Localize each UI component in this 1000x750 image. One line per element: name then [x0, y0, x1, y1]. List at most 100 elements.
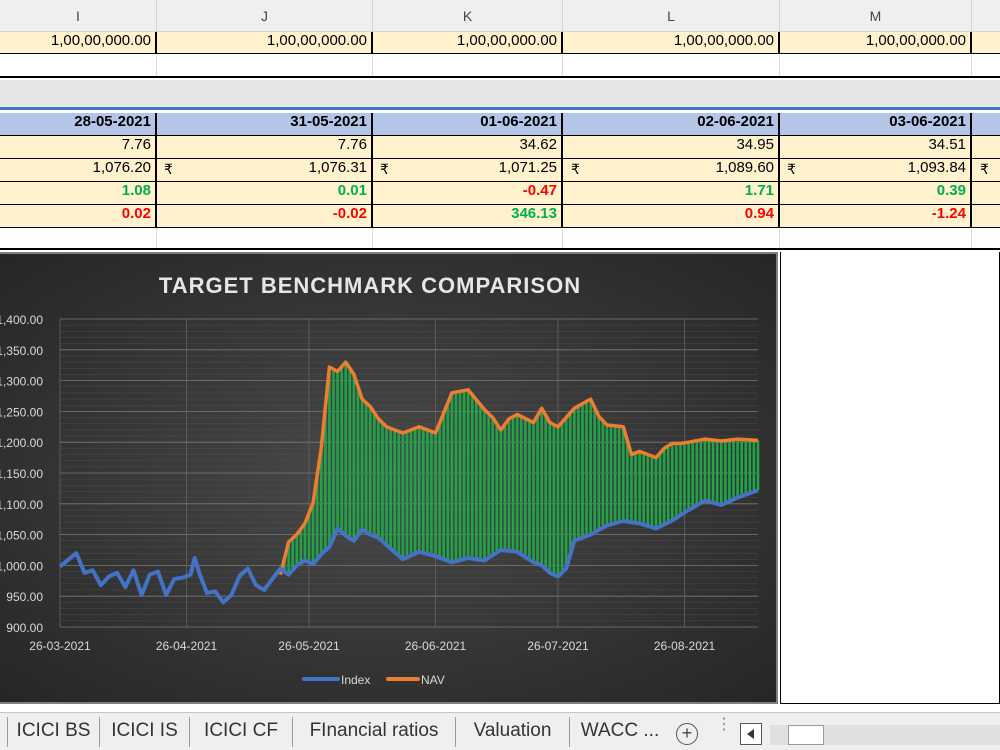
index-value-cell[interactable]: 34.95: [563, 136, 780, 158]
y-tick-label: 1,400.00: [0, 313, 43, 327]
rupee-symbol: ₹: [380, 161, 389, 177]
empty-cell[interactable]: [0, 228, 157, 248]
chart-legend[interactable]: Index NAV: [302, 673, 445, 687]
empty-cell[interactable]: [157, 54, 373, 76]
x-tick-label: 26-07-2021: [527, 639, 589, 653]
tab-separator: [0, 717, 8, 747]
column-header-i[interactable]: I: [0, 0, 157, 32]
chart-fill-bars: [279, 362, 760, 577]
y-tick-label: 1,350.00: [0, 344, 43, 358]
empty-row: [0, 54, 1000, 78]
tab-wacc[interactable]: WACC ...: [570, 717, 670, 747]
tab-icici-bs[interactable]: ICICI BS: [8, 717, 100, 747]
benchmark-chart[interactable]: TARGET BENCHMARK COMPARISON 1,400.00 1,35…: [0, 252, 778, 704]
add-sheet-icon[interactable]: +: [676, 723, 698, 745]
date-cell[interactable]: 28-05-2021: [0, 113, 157, 135]
y-tick-label: 1,100.00: [0, 498, 43, 512]
change-cell[interactable]: -1.24: [780, 205, 972, 227]
nav-series-line: [278, 360, 759, 576]
empty-cell[interactable]: [563, 54, 780, 76]
scrollbar-thumb[interactable]: [788, 725, 824, 745]
column-header-j[interactable]: J: [157, 0, 373, 32]
scroll-left-arrow: [747, 729, 754, 739]
change-row-2: 0.02 -0.02 346.13 0.94 -1.24: [0, 205, 1000, 228]
tab-financial-ratios[interactable]: FInancial ratios: [293, 717, 456, 747]
x-tick-label: 26-06-2021: [405, 639, 467, 653]
y-tick-label: 1,200.00: [0, 436, 43, 450]
nav-value-row: 1,076.20 1,076.31 1,071.25 1,089.60 1,09…: [0, 159, 1000, 182]
date-cell[interactable]: 02-06-2021: [563, 113, 780, 135]
column-header-m[interactable]: M: [780, 0, 972, 32]
tab-valuation[interactable]: Valuation: [456, 717, 570, 747]
tab-icici-cf[interactable]: ICICI CF: [190, 717, 293, 747]
change-cell[interactable]: 0.94: [563, 205, 780, 227]
empty-cell[interactable]: [563, 228, 780, 248]
more-options-icon[interactable]: ⋮: [716, 717, 732, 745]
x-tick-label: 26-04-2021: [156, 639, 218, 653]
y-tick-label: 1,150.00: [0, 467, 43, 481]
index-value-cell[interactable]: 7.76: [157, 136, 373, 158]
amount-cell[interactable]: 1,00,00,000.00: [373, 32, 563, 53]
scroll-left-icon[interactable]: [740, 723, 762, 745]
amount-cell[interactable]: 1,00,00,000.00: [563, 32, 780, 53]
empty-row: [0, 228, 1000, 250]
change-row-1: 1.08 0.01 -0.47 1.71 0.39: [0, 182, 1000, 205]
change-cell[interactable]: 0.01: [157, 182, 373, 204]
y-tick-label: 950.00: [6, 590, 43, 604]
change-cell[interactable]: 0.39: [780, 182, 972, 204]
x-tick-label: 26-05-2021: [278, 639, 340, 653]
chart-title: TARGET BENCHMARK COMPARISON: [159, 273, 581, 298]
y-tick-label: 1,000.00: [0, 559, 43, 573]
empty-cell[interactable]: [780, 54, 972, 76]
rupee-symbol: ₹: [787, 161, 796, 177]
nav-value-cell[interactable]: 1,093.84: [780, 159, 972, 181]
change-cell[interactable]: 346.13: [373, 205, 563, 227]
change-cell[interactable]: 1.08: [0, 182, 157, 204]
index-series-line: [58, 488, 759, 605]
amount-cell[interactable]: 1,00,00,000.00: [157, 32, 373, 53]
empty-cell[interactable]: [157, 228, 373, 248]
amount-row: 1,00,00,000.00 1,00,00,000.00 1,00,00,00…: [0, 32, 1000, 54]
nav-value-cell[interactable]: 1,071.25: [373, 159, 563, 181]
x-axis: 26-03-2021 26-04-2021 26-05-2021 26-06-2021…: [29, 639, 715, 653]
nav-value-cell[interactable]: 1,076.31: [157, 159, 373, 181]
y-tick-label: 900.00: [6, 621, 43, 635]
change-cell[interactable]: 1.71: [563, 182, 780, 204]
nav-value-cell[interactable]: 1,089.60: [563, 159, 780, 181]
section-divider-row: [0, 80, 1000, 110]
empty-cell[interactable]: [780, 228, 972, 248]
date-cell[interactable]: 31-05-2021: [157, 113, 373, 135]
y-axis: 1,400.00 1,350.00 1,300.00 1,250.00 1,200.00…: [0, 313, 43, 635]
empty-cell-area[interactable]: [780, 252, 1000, 704]
rupee-symbol: ₹: [571, 161, 580, 177]
column-header-bar: I J K L M: [0, 0, 1000, 32]
horizontal-scrollbar[interactable]: [770, 725, 1000, 745]
legend-nav-label: NAV: [421, 673, 445, 687]
amount-cell[interactable]: 1,00,00,000.00: [0, 32, 157, 53]
nav-value-cell[interactable]: 1,076.20: [0, 159, 157, 181]
column-header-l[interactable]: L: [563, 0, 780, 32]
y-tick-label: 1,250.00: [0, 405, 43, 419]
empty-cell[interactable]: [373, 228, 563, 248]
chart-series-lines: [58, 360, 759, 605]
empty-cell[interactable]: [0, 54, 157, 76]
empty-cell[interactable]: [373, 54, 563, 76]
change-cell[interactable]: -0.47: [373, 182, 563, 204]
x-tick-label: 26-03-2021: [29, 639, 91, 653]
amount-cell[interactable]: 1,00,00,000.00: [780, 32, 972, 53]
x-tick-label: 26-08-2021: [654, 639, 716, 653]
date-cell[interactable]: 03-06-2021: [780, 113, 972, 135]
chart-grid: [59, 318, 758, 628]
column-header-k[interactable]: K: [373, 0, 563, 32]
index-value-cell[interactable]: 7.76: [0, 136, 157, 158]
index-value-cell[interactable]: 34.62: [373, 136, 563, 158]
rupee-symbol: ₹: [164, 161, 173, 177]
tab-icici-is[interactable]: ICICI IS: [100, 717, 190, 747]
change-cell[interactable]: 0.02: [0, 205, 157, 227]
date-cell[interactable]: 01-06-2021: [373, 113, 563, 135]
legend-index-label: Index: [341, 673, 370, 687]
index-value-cell[interactable]: 34.51: [780, 136, 972, 158]
change-cell[interactable]: -0.02: [157, 205, 373, 227]
date-header-row: 28-05-2021 31-05-2021 01-06-2021 02-06-2…: [0, 113, 1000, 136]
y-tick-label: 1,050.00: [0, 529, 43, 543]
